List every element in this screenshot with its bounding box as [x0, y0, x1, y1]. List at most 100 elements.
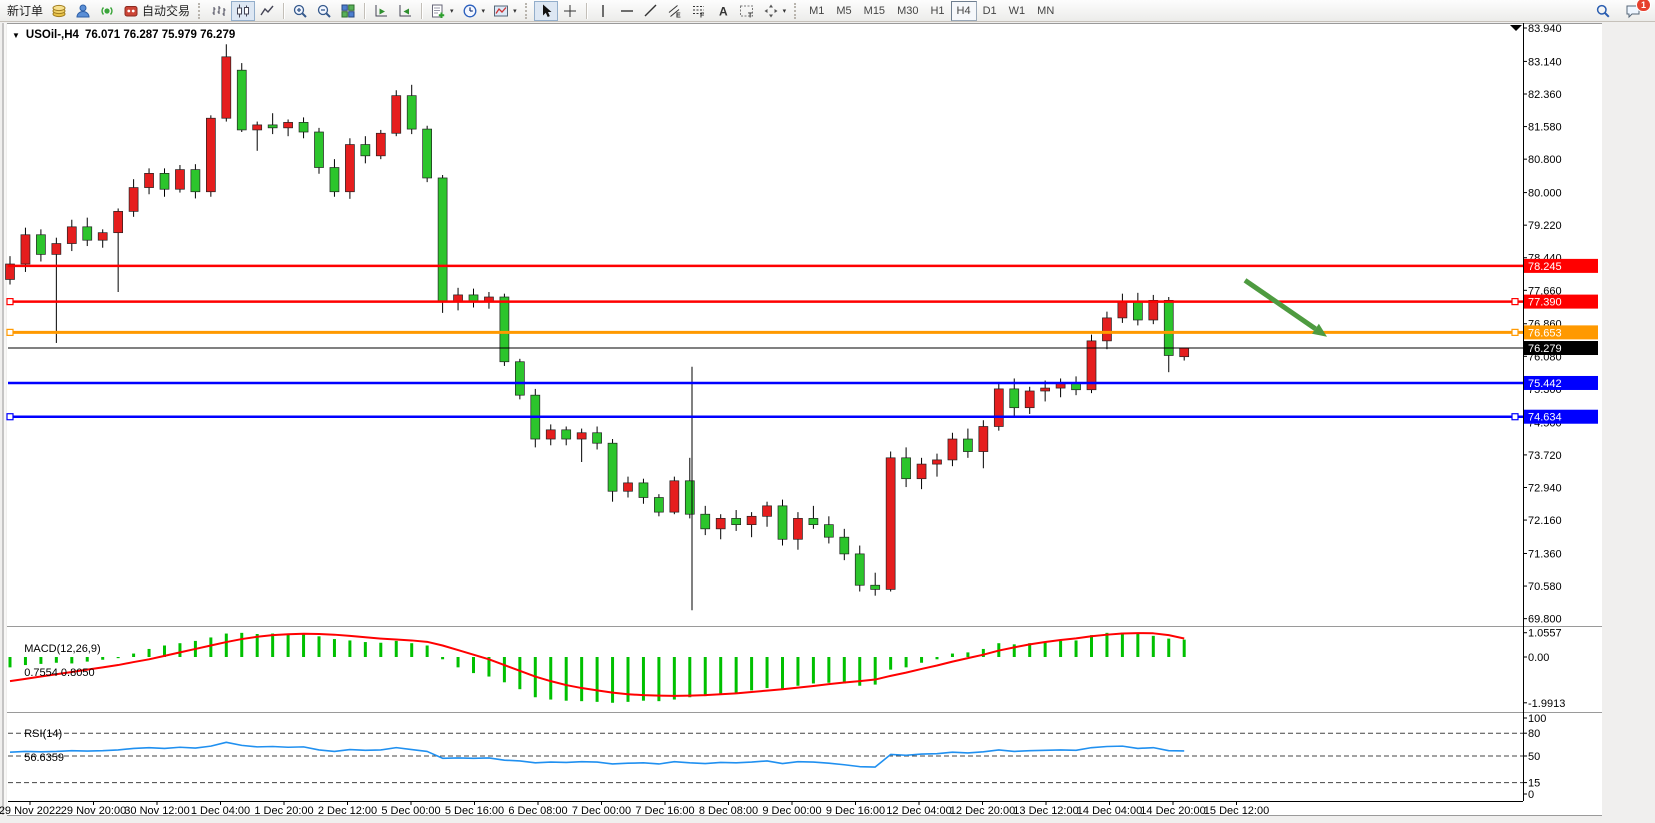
zoom-out-button[interactable]	[312, 1, 336, 21]
zoom-out-icon	[316, 3, 332, 19]
price-tick-label: 72.940	[1528, 482, 1562, 494]
bar-chart-button[interactable]	[207, 1, 231, 21]
toolbar-grip	[794, 3, 799, 19]
line-handle[interactable]	[7, 414, 13, 420]
cursor-button[interactable]	[534, 1, 558, 21]
price-tick-label: 72.160	[1528, 515, 1562, 527]
fibonacci-button[interactable]: F	[687, 1, 711, 21]
new-order-button[interactable]: 新订单	[3, 1, 47, 21]
shapes-icon	[763, 3, 779, 19]
trendline-button[interactable]	[639, 1, 663, 21]
line-handle[interactable]	[1512, 299, 1518, 305]
price-tick-label: 82.360	[1528, 89, 1562, 101]
vertical-line-button[interactable]	[591, 1, 615, 21]
time-axis-label: 2 Dec 12:00	[318, 805, 377, 817]
candle-body	[546, 430, 555, 439]
candle	[392, 90, 401, 136]
line-handle[interactable]	[1512, 414, 1518, 420]
template-button[interactable]: ▾	[489, 1, 521, 21]
timeframe-w1-button[interactable]: W1	[1003, 1, 1032, 21]
price-tick-label: 80.000	[1528, 188, 1562, 200]
chart-canvas[interactable]: 83.94083.14082.36081.58080.80080.00079.2…	[0, 0, 1655, 823]
candle-body	[361, 145, 370, 156]
candle-body	[206, 118, 215, 192]
label-icon: T	[739, 3, 755, 19]
rsi-tick-label: 100	[1528, 713, 1546, 725]
rsi-tick-label: 0	[1528, 789, 1534, 801]
candlestick-button[interactable]	[231, 1, 255, 21]
search-icon	[1595, 3, 1611, 19]
search-button[interactable]	[1591, 1, 1615, 21]
timeframe-h4-button-label: H4	[957, 5, 971, 17]
autotrading-icon	[123, 3, 139, 19]
line-handle[interactable]	[1512, 329, 1518, 335]
text-button[interactable]: A	[711, 1, 735, 21]
time-axis-label: 14 Dec 04:00	[1077, 805, 1142, 817]
price-line-label: 76.653	[1528, 327, 1562, 339]
auto-trading-button[interactable]: 自动交易	[119, 1, 194, 21]
chat-button[interactable]: 1	[1621, 1, 1645, 21]
time-axis-label: 7 Dec 16:00	[635, 805, 694, 817]
toolbar-separator	[421, 3, 422, 19]
text-icon: A	[715, 3, 731, 19]
shapes-button[interactable]: ▾	[759, 1, 791, 21]
macd-tick-label: 0.00	[1528, 652, 1549, 664]
time-axis-label: 1 Dec 04:00	[191, 805, 250, 817]
timeframe-m30-button[interactable]: M30	[891, 1, 924, 21]
new-chart-button[interactable]: ▾	[426, 1, 458, 21]
candle-body	[175, 170, 184, 190]
person-icon	[75, 3, 91, 19]
candle-body	[593, 433, 602, 443]
signals-button[interactable]	[95, 1, 119, 21]
chevron-down-icon[interactable]: ▾	[450, 7, 454, 15]
candle-body	[376, 133, 385, 156]
timeframe-h1-button[interactable]: H1	[924, 1, 950, 21]
text-label-button[interactable]: T	[735, 1, 759, 21]
profile-button[interactable]	[71, 1, 95, 21]
horizontal-line-button[interactable]	[615, 1, 639, 21]
crosshair-button[interactable]	[558, 1, 582, 21]
chart-shift-button[interactable]	[393, 1, 417, 21]
price-tick-label: 73.720	[1528, 450, 1562, 462]
timeframe-d1-button[interactable]: D1	[977, 1, 1003, 21]
cursor-icon	[538, 3, 554, 19]
auto-scroll-button[interactable]	[369, 1, 393, 21]
line-handle[interactable]	[7, 329, 13, 335]
timeframe-m1-button[interactable]: M1	[803, 1, 830, 21]
timeframe-mn-button[interactable]: MN	[1031, 1, 1060, 21]
chevron-down-icon[interactable]: ▾	[482, 7, 486, 15]
tile-windows-button[interactable]	[336, 1, 360, 21]
candle-body	[1118, 302, 1127, 318]
time-axis-label: 12 Dec 04:00	[886, 805, 951, 817]
candle-body	[407, 96, 416, 129]
candle-body	[1149, 300, 1158, 320]
price-tick-label: 71.360	[1528, 548, 1562, 560]
line-chart-button[interactable]	[255, 1, 279, 21]
candle-body	[114, 211, 123, 232]
line-handle[interactable]	[7, 299, 13, 305]
period-button[interactable]: ▾	[458, 1, 490, 21]
chevron-down-icon[interactable]: ▾	[783, 7, 787, 15]
new-chart-icon	[430, 3, 446, 19]
equidistant-channel-button[interactable]: E	[663, 1, 687, 21]
funds-button[interactable]	[47, 1, 71, 21]
price-tick-label: 69.800	[1528, 614, 1562, 626]
candle	[531, 389, 540, 447]
crosshair-icon	[562, 3, 578, 19]
chevron-down-icon[interactable]: ▾	[513, 7, 517, 15]
time-axis-label: 5 Dec 16:00	[445, 805, 504, 817]
timeframe-m5-button[interactable]: M5	[830, 1, 857, 21]
candle-body	[701, 514, 710, 529]
zoom-in-icon	[292, 3, 308, 19]
candle-body	[933, 460, 942, 464]
candle-body	[1010, 389, 1019, 408]
svg-text:T: T	[748, 12, 753, 19]
candle-body	[392, 96, 401, 134]
candle	[345, 138, 354, 199]
timeframe-h4-button[interactable]: H4	[951, 1, 977, 21]
timeframe-m15-button[interactable]: M15	[858, 1, 891, 21]
candle-body	[994, 389, 1003, 427]
candle-body	[654, 498, 663, 513]
candle-body	[824, 525, 833, 538]
zoom-in-button[interactable]	[288, 1, 312, 21]
